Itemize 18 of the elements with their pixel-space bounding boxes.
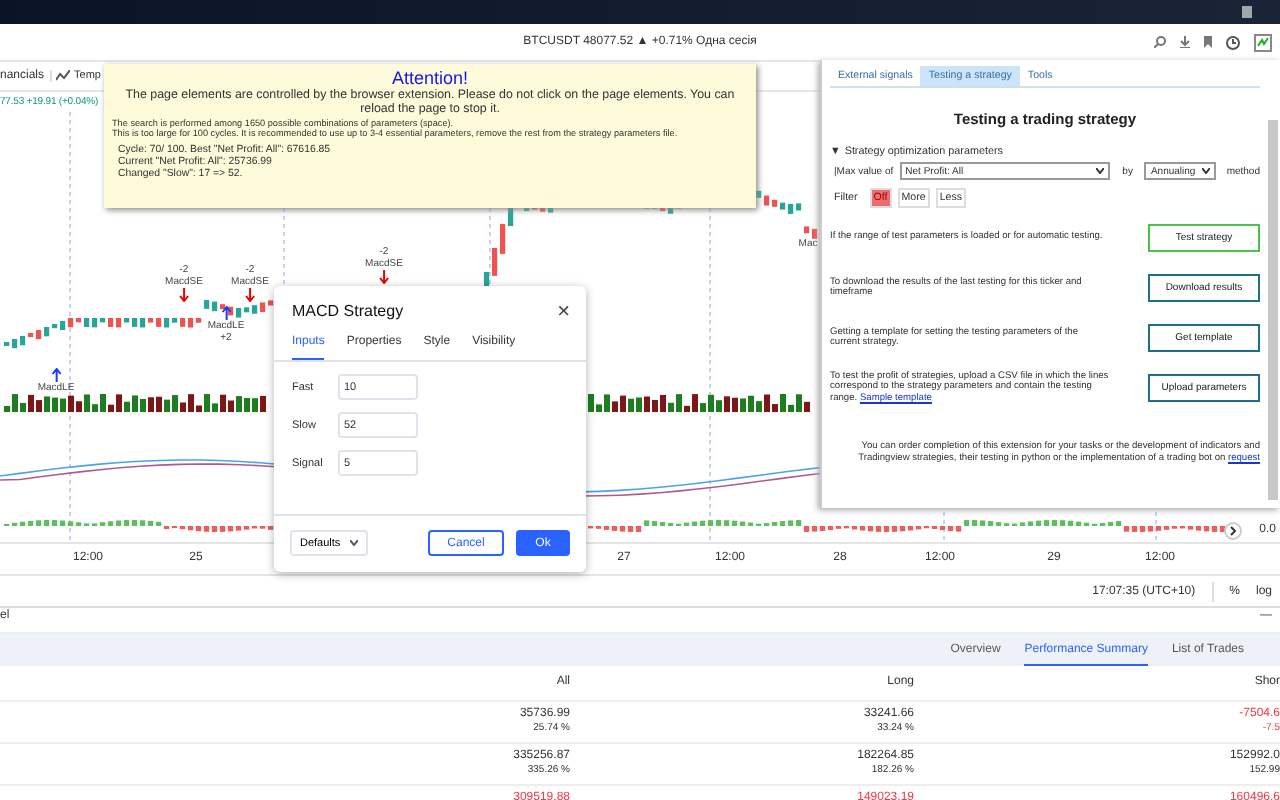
- arrow-down-icon: [245, 288, 255, 302]
- arrow-up-icon: [221, 306, 231, 320]
- arrow-down-icon: [179, 288, 189, 302]
- chevron-down-icon: [1096, 168, 1105, 174]
- zoom-icon[interactable]: [1154, 36, 1166, 48]
- download-icon[interactable]: [1180, 36, 1190, 48]
- clock-icon[interactable]: [1226, 35, 1240, 49]
- chevron-down-icon: [350, 540, 359, 546]
- template-icon: [56, 69, 71, 81]
- arrow-down-icon: [379, 270, 389, 284]
- popup-title: Attention!: [389, 68, 471, 88]
- scroll-right-icon[interactable]: [1224, 522, 1242, 540]
- bookmark-icon[interactable]: [1204, 36, 1212, 48]
- extension-icon[interactable]: [1254, 33, 1272, 51]
- close-button[interactable]: ×: [557, 303, 570, 319]
- dialog-title: MACD Strategy: [292, 302, 404, 320]
- chevron-down-icon: [1202, 168, 1211, 174]
- arrow-up-icon: [51, 368, 61, 382]
